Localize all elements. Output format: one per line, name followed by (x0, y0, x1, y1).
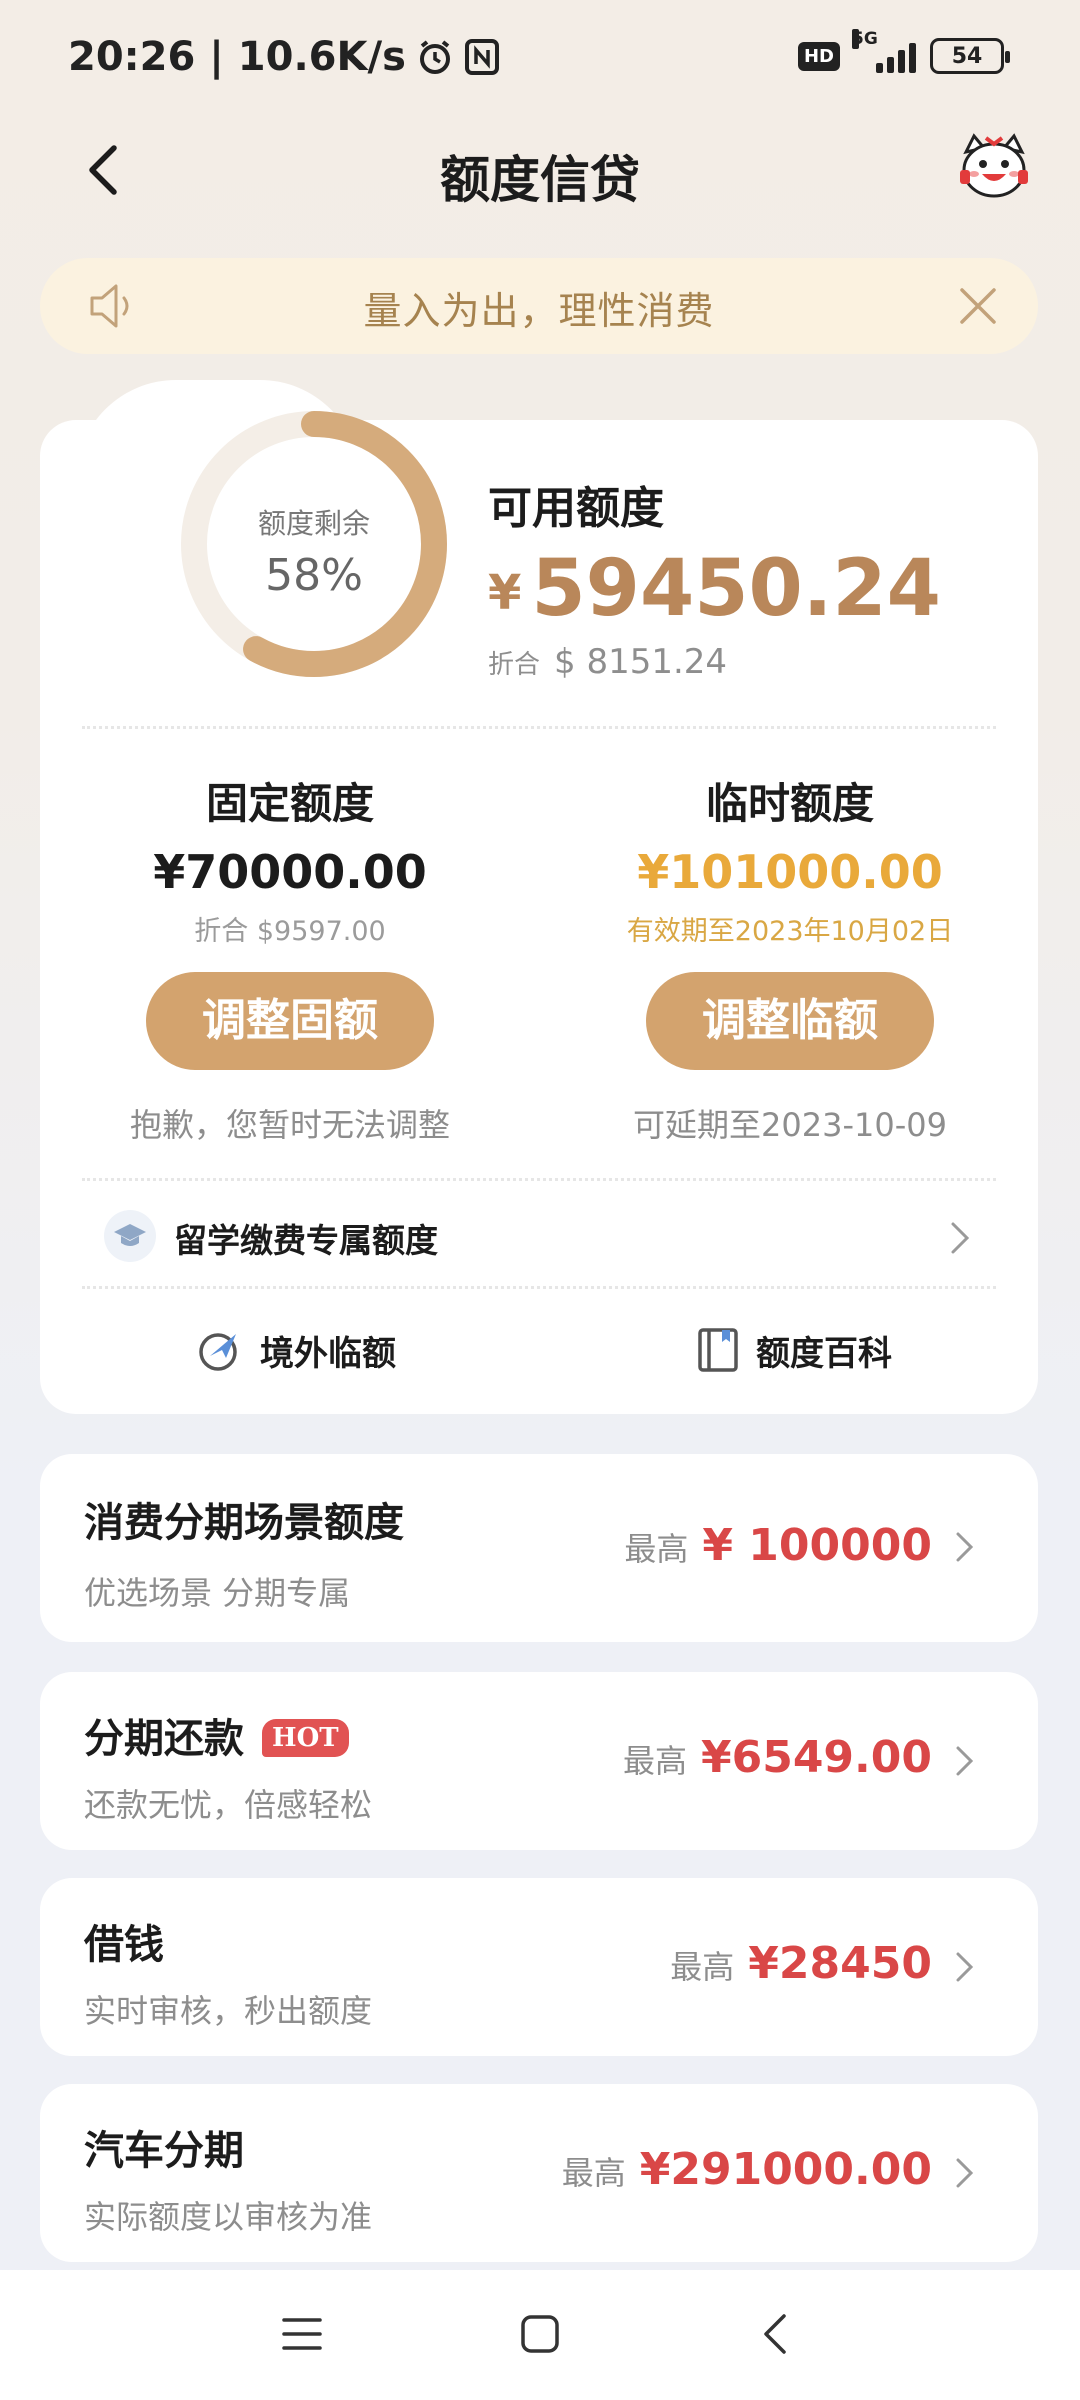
chevron-right-icon (956, 1952, 974, 1982)
card-subtitle: 还款无忧，倍感轻松 (84, 1786, 373, 1824)
battery-icon: 54 (930, 38, 1010, 74)
page-title: 额度信贷 (440, 151, 640, 209)
status-left: 20:26 | 10.6K/s (68, 34, 500, 80)
study-abroad-credit-row[interactable]: 留学缴费专属额度 (104, 1190, 990, 1286)
card-limit: 最高 ¥ 100000 (624, 1520, 932, 1571)
adjust-temporary-button[interactable]: 调整临额 (646, 972, 934, 1070)
consumer-installment-card[interactable]: 消费分期场景额度 优选场景 分期专属 最高 ¥ 100000 (40, 1454, 1038, 1642)
remaining-ring: 额度剩余 58% (150, 380, 478, 708)
remaining-ring-chart (181, 411, 447, 677)
temporary-credit-amount: ¥101000.00 (637, 845, 943, 899)
status-time-speed: 20:26 | 10.6K/s (68, 34, 406, 80)
adjust-fixed-button[interactable]: 调整固额 (146, 972, 434, 1070)
converted-value: $ 8151.24 (554, 642, 728, 682)
converted-label: 折合 (488, 650, 541, 680)
card-subtitle: 实际额度以审核为准 (84, 2198, 373, 2236)
divider (82, 1178, 996, 1181)
divider (82, 1286, 996, 1289)
mascot-icon[interactable] (956, 130, 1032, 206)
card-limit: 最高 ¥6549.00 (623, 1732, 932, 1783)
card-subtitle: 实时审核，秒出额度 (84, 1992, 373, 2030)
card-title: 汽车分期 (84, 2128, 244, 2174)
fixed-credit-converted: 折合 $9597.00 (194, 916, 386, 947)
overseas-temp-credit-label: 境外临额 (260, 1333, 396, 1374)
available-title: 可用额度 (488, 483, 664, 534)
fixed-credit-amount: ¥70000.00 (153, 845, 427, 899)
card-title: 消费分期场景额度 (84, 1500, 404, 1546)
chevron-right-icon (951, 1222, 970, 1254)
card-limit: 最高 ¥28450 (670, 1938, 932, 1989)
available-amount: ¥59450.24 (488, 544, 941, 634)
battery-level: 54 (951, 43, 983, 69)
notice-text: 量入为出，理性消费 (363, 289, 715, 333)
alarm-icon (419, 40, 450, 74)
chevron-right-icon (956, 2158, 974, 2188)
back-icon[interactable] (758, 2312, 794, 2356)
graduation-cap-icon (104, 1210, 156, 1262)
temporary-credit-note: 可延期至2023-10-09 (633, 1106, 947, 1144)
divider (82, 726, 996, 729)
home-icon[interactable] (518, 2312, 562, 2356)
currency-symbol: ¥ (488, 565, 522, 621)
credit-summary-card: 额度剩余 58% 可用额度 ¥59450.24 折合 $ 8151.24 固定额度… (40, 411, 1038, 1414)
menu-icon[interactable] (280, 2314, 324, 2354)
chevron-right-icon (956, 1746, 974, 1776)
card-subtitle: 优选场景 分期专属 (84, 1574, 351, 1612)
car-installment-card[interactable]: 汽车分期 实际额度以审核为准 最高 ¥291000.00 (40, 2084, 1038, 2262)
fixed-credit-section: 固定额度 ¥70000.00 折合 $9597.00 调整固额 抱歉，您暂时无法… (80, 770, 500, 1146)
ring-percent: 58% (265, 550, 363, 601)
limit-prefix: 最高 (670, 1948, 735, 1986)
status-right: HD 5G 54 (797, 29, 1010, 74)
overseas-temp-credit-link[interactable]: 境外临额 (196, 1320, 396, 1380)
hot-badge: HOT (262, 1719, 349, 1757)
status-bar: 20:26 | 10.6K/s HD 5G 54 (0, 0, 1080, 118)
close-icon[interactable] (954, 282, 1002, 330)
airplane-globe-icon (199, 1333, 237, 1371)
signal-icon: 5G (852, 29, 916, 73)
card-title-text: 分期还款 (84, 1716, 244, 1762)
limit-value: ¥ 100000 (702, 1520, 932, 1571)
credit-wiki-label: 额度百科 (756, 1333, 892, 1374)
limit-prefix: 最高 (561, 2154, 626, 2192)
system-nav-bar (0, 2270, 1080, 2400)
card-title: 借钱 (84, 1922, 164, 1968)
limit-value: ¥28450 (748, 1938, 932, 1989)
card-title: 分期还款 HOT (84, 1706, 349, 1764)
fixed-credit-title: 固定额度 (205, 779, 374, 828)
installment-repay-card[interactable]: 分期还款 HOT 还款无忧，倍感轻松 最高 ¥6549.00 (40, 1672, 1038, 1850)
study-abroad-label: 留学缴费专属额度 (174, 1221, 438, 1260)
hd-badge: HD (797, 41, 840, 71)
notice-bar: 量入为出，理性消费 (40, 258, 1038, 354)
app-header: 额度信贷 (0, 118, 1080, 218)
limit-prefix: 最高 (622, 1742, 687, 1780)
limit-prefix: 最高 (624, 1530, 689, 1568)
credit-wiki-link[interactable]: 额度百科 (696, 1320, 892, 1380)
chevron-right-icon (956, 1532, 974, 1562)
fixed-credit-note: 抱歉，您暂时无法调整 (129, 1106, 450, 1144)
card-limit: 最高 ¥291000.00 (562, 2144, 932, 2195)
limit-value: ¥6549.00 (700, 1732, 932, 1783)
temporary-credit-section: 临时额度 ¥101000.00 有效期至2023年10月02日 调整临额 可延期… (580, 770, 1000, 1146)
temporary-credit-validity: 有效期至2023年10月02日 (626, 916, 954, 947)
ring-label: 额度剩余 (257, 507, 370, 540)
nfc-icon (464, 39, 499, 75)
limit-value: ¥291000.00 (639, 2144, 932, 2195)
temporary-credit-title: 临时额度 (705, 779, 874, 828)
available-value: 59450.24 (531, 544, 941, 634)
network-type: 5G (852, 29, 878, 49)
available-converted: 折合 $ 8151.24 (488, 642, 727, 682)
book-icon (698, 1328, 738, 1372)
borrow-money-card[interactable]: 借钱 实时审核，秒出额度 最高 ¥28450 (40, 1878, 1038, 2056)
